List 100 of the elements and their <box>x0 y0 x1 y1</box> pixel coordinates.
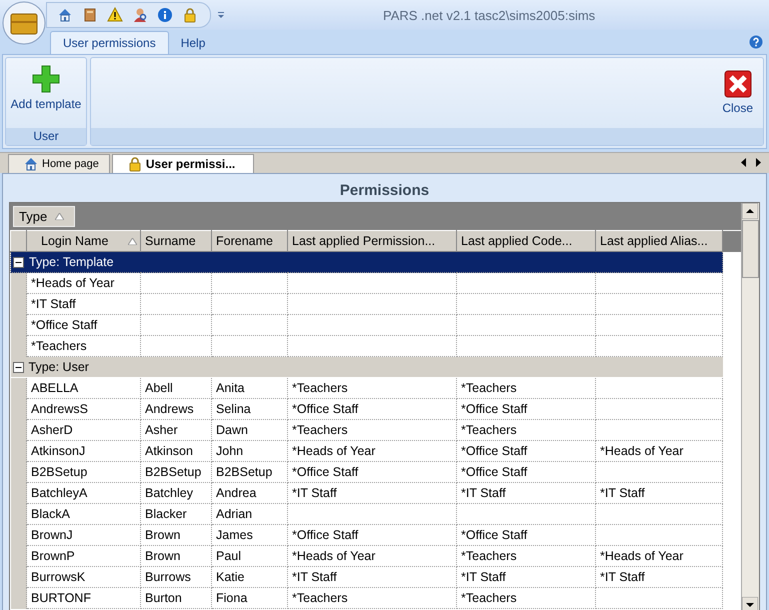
table-cell: *Office Staff <box>288 524 456 546</box>
table-cell: Brown <box>140 546 212 566</box>
table-cell: Atkinson <box>140 440 212 462</box>
vertical-scrollbar[interactable] <box>741 203 759 610</box>
table-cell: B2BSetup <box>212 462 288 482</box>
close-icon <box>724 70 752 98</box>
table-cell: Fiona <box>212 588 288 608</box>
table-cell: Katie <box>212 566 288 588</box>
scroll-left-icon[interactable] <box>741 158 747 167</box>
table-cell: Andrea <box>212 482 288 504</box>
lock-icon[interactable] <box>182 7 198 23</box>
table-cell: *IT Staff <box>288 566 456 588</box>
table-cell: *IT Staff <box>596 566 722 588</box>
table-cell: Paul <box>212 546 288 566</box>
table-cell: AndrewsS <box>26 398 140 420</box>
table-cell: *Office Staff <box>456 440 596 462</box>
table-cell: *Heads of Year <box>288 440 456 462</box>
table-cell: BrownP <box>26 546 140 566</box>
table-cell: BURTONF <box>26 588 140 608</box>
table-cell: *IT Staff <box>456 566 596 588</box>
table-cell: Andrews <box>140 398 212 420</box>
home-icon <box>23 156 39 172</box>
document-tab[interactable]: Home page <box>8 154 110 173</box>
table-cell: *IT Staff <box>596 482 722 504</box>
panel-title: Permissions <box>338 181 430 201</box>
table-cell: Abell <box>140 378 212 398</box>
collapse-icon[interactable] <box>12 362 24 372</box>
ribbon-tab[interactable]: Help <box>168 32 218 54</box>
column-header[interactable]: Surname <box>140 230 212 252</box>
table-cell: BatchleyA <box>26 482 140 504</box>
scroll-up-icon[interactable] <box>742 203 758 219</box>
column-header[interactable]: Last applied Code... <box>456 230 596 252</box>
table-cell: *Teachers <box>456 546 596 566</box>
book-icon[interactable] <box>82 7 98 23</box>
scroll-right-icon[interactable] <box>755 158 761 167</box>
column-header[interactable]: Last applied Permission... <box>288 230 456 252</box>
group-row[interactable]: Type: User <box>10 356 722 378</box>
add-template-button[interactable]: Add template <box>8 64 84 111</box>
document-tab[interactable]: User permissi... <box>112 154 254 173</box>
table-cell: Adrian <box>212 504 288 524</box>
table-cell: *IT Staff <box>456 482 596 504</box>
table-cell: *Teachers <box>456 378 596 398</box>
help-icon[interactable] <box>749 35 763 49</box>
table-cell: Burrows <box>140 566 212 588</box>
table-cell: Burton <box>140 588 212 608</box>
ribbon-tab[interactable]: User permissions <box>50 31 169 54</box>
table-cell: ABELLA <box>26 378 140 398</box>
table-cell: *Teachers <box>288 588 456 608</box>
table-cell: *Office Staff <box>288 462 456 482</box>
table-cell: BrownJ <box>26 524 140 546</box>
column-header[interactable]: Forename <box>212 230 288 252</box>
table-cell: Anita <box>212 378 288 398</box>
table-cell: Brown <box>140 524 212 546</box>
column-header[interactable]: Last applied Alias... <box>596 230 722 252</box>
plus-icon <box>31 64 61 94</box>
user-icon[interactable] <box>132 7 148 23</box>
table-cell: Dawn <box>212 420 288 440</box>
table-cell: Batchley <box>140 482 212 504</box>
table-cell: B2BSetup <box>26 462 140 482</box>
group-row[interactable]: Type: Template <box>10 252 722 272</box>
group-by-chip[interactable]: Type <box>13 206 76 227</box>
table-cell: James <box>212 524 288 546</box>
table-cell: *Teachers <box>456 588 596 608</box>
table-cell: BurrowsK <box>26 566 140 588</box>
sort-up-icon <box>128 238 137 245</box>
table-cell: Blacker <box>140 504 212 524</box>
table-cell: *Office Staff <box>26 314 140 336</box>
table-cell: *Teachers <box>456 420 596 440</box>
table-cell: *Office Staff <box>288 398 456 420</box>
warning-icon[interactable] <box>107 7 123 23</box>
table-cell: AtkinsonJ <box>26 440 140 462</box>
collapse-icon[interactable] <box>13 256 24 268</box>
group-label: User <box>33 129 59 143</box>
table-cell: *IT Staff <box>288 482 456 504</box>
column-header[interactable]: Login Name <box>26 230 140 252</box>
table-cell: B2BSetup <box>140 462 212 482</box>
table-cell: *Office Staff <box>456 462 596 482</box>
table-cell: *IT Staff <box>26 294 140 314</box>
briefcase-icon[interactable] <box>2 1 46 45</box>
sort-up-icon <box>55 213 64 220</box>
table-cell: BlackA <box>26 504 140 524</box>
table-cell: John <box>212 440 288 462</box>
table-cell: *Heads of Year <box>596 440 722 462</box>
table-cell: *Teachers <box>288 378 456 398</box>
table-cell: *Heads of Year <box>288 546 456 566</box>
table-cell: *Heads of Year <box>596 546 722 566</box>
table-cell: *Office Staff <box>456 398 596 420</box>
home-icon[interactable] <box>57 7 73 23</box>
table-cell: *Office Staff <box>456 524 596 546</box>
table-cell: AsherD <box>26 420 140 440</box>
table-cell: Selina <box>212 398 288 420</box>
table-cell: *Teachers <box>288 420 456 440</box>
close-button[interactable]: Close <box>720 70 755 115</box>
info-icon[interactable] <box>157 7 173 23</box>
table-cell: Asher <box>140 420 212 440</box>
table-cell: *Heads of Year <box>26 272 140 294</box>
scroll-down-icon[interactable] <box>742 597 758 610</box>
window-title: PARS .net v2.1 tasc2\sims2005:sims <box>383 8 596 23</box>
dropdown-arrow-icon[interactable] <box>217 11 225 19</box>
lock-icon <box>126 156 143 172</box>
